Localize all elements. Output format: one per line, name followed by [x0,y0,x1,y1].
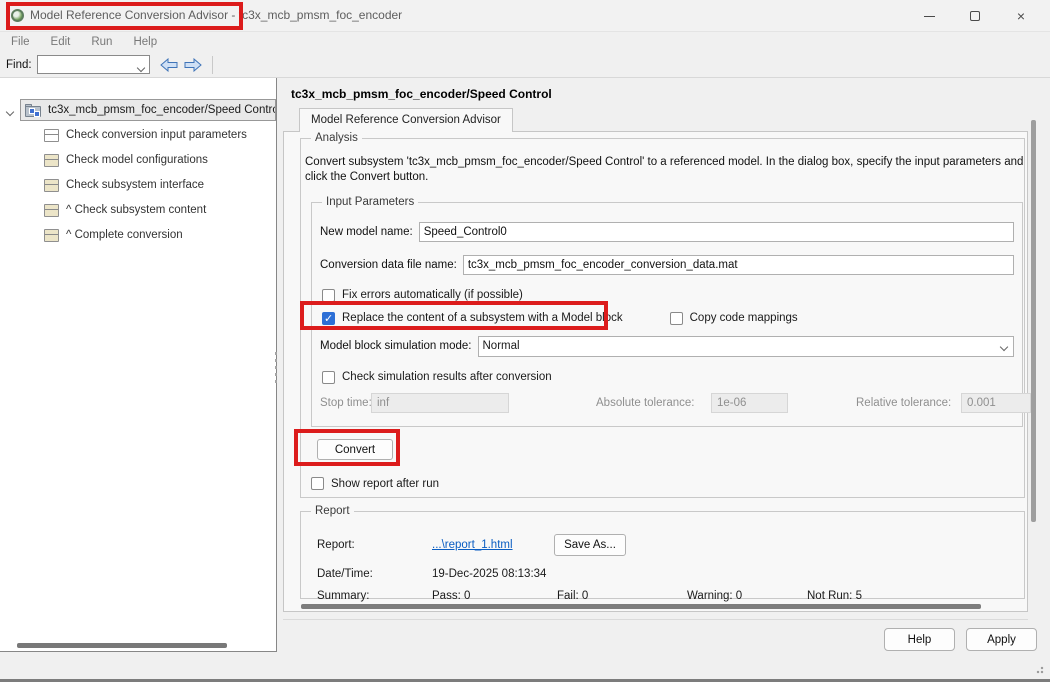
advisor-detail-panel: tc3x_mcb_pmsm_foc_encoder/Speed Control … [277,78,1044,682]
apply-button[interactable]: Apply [966,628,1037,651]
find-input[interactable] [37,55,150,74]
datetime-label: Date/Time: [317,568,373,580]
minimize-icon [924,16,935,17]
datetime-value: 19-Dec-2025 08:13:34 [432,568,546,580]
arrow-right-icon [184,58,202,72]
maximize-button[interactable] [952,0,998,32]
replace-content-label: Replace the content of a subsystem with … [342,312,623,324]
summary-warning: Warning: 0 [687,590,742,602]
check-tree-panel: tc3x_mcb_pmsm_foc_encoder/Speed Control … [0,78,277,652]
check-document-icon [44,179,59,192]
page-title: tc3x_mcb_pmsm_foc_encoder/Speed Control [291,87,552,101]
fix-errors-label: Fix errors automatically (if possible) [342,289,523,301]
model-reference-folder-icon [25,104,42,117]
toolbar-separator [212,56,213,74]
show-report-checkbox[interactable] [311,477,324,490]
tree-item-check-subsystem-content[interactable]: ^ Check subsystem content [44,199,206,221]
tree-expand-chevron-icon[interactable] [7,106,13,118]
tab-model-reference-conversion-advisor[interactable]: Model Reference Conversion Advisor [299,108,513,132]
chevron-down-icon[interactable] [138,62,145,69]
conversion-data-file-field[interactable] [463,255,1014,275]
sim-mode-dropdown[interactable]: Normal [478,336,1015,357]
show-report-label: Show report after run [331,478,439,490]
tree-root-node[interactable]: tc3x_mcb_pmsm_foc_encoder/Speed Control [20,99,276,121]
new-model-name-field[interactable] [419,222,1014,242]
help-button[interactable]: Help [884,628,955,651]
input-parameters-group-label: Input Parameters [322,196,418,208]
minimize-button[interactable] [906,0,952,32]
absolute-tolerance-field: 1e-06 [711,393,788,413]
find-label: Find: [6,59,32,71]
relative-tolerance-field: 0.001 [961,393,1031,413]
tree-item-check-model-configurations[interactable]: Check model configurations [44,149,208,171]
content-vertical-scrollbar[interactable] [1031,120,1036,522]
menu-help[interactable]: Help [130,36,160,48]
chevron-down-icon [1000,342,1008,350]
menu-edit[interactable]: Edit [48,36,74,48]
content-horizontal-scrollbar[interactable] [301,604,981,609]
report-label: Report: [317,539,355,551]
check-document-icon [44,129,59,142]
summary-not-run: Not Run: 5 [807,590,862,602]
analysis-group-label: Analysis [311,132,362,144]
tree-item-complete-conversion[interactable]: ^ Complete conversion [44,224,183,246]
window-controls: × [906,0,1044,32]
report-group: Report Report: ...\report_1.html Save As… [300,511,1025,599]
copy-code-mappings-label: Copy code mappings [690,312,798,324]
check-document-icon [44,154,59,167]
analysis-group: Analysis Convert subsystem 'tc3x_mcb_pms… [300,138,1025,498]
summary-fail: Fail: 0 [557,590,588,602]
close-button[interactable]: × [998,0,1044,32]
advisor-app-icon [11,9,24,22]
copy-code-mappings-checkbox[interactable] [670,312,683,325]
titlebar: Model Reference Conversion Advisor - tc3… [0,0,1050,32]
advisor-content: Analysis Convert subsystem 'tc3x_mcb_pms… [283,131,1028,612]
find-toolbar: Find: [0,52,1050,78]
convert-button[interactable]: Convert [317,439,393,460]
close-icon: × [1017,9,1025,23]
conversion-data-file-label: Conversion data file name: [320,259,457,271]
fix-errors-checkbox[interactable] [322,289,335,302]
model-reference-conversion-advisor-window: Model Reference Conversion Advisor - tc3… [0,0,1050,682]
input-parameters-group: Input Parameters New model name: Convers… [311,202,1023,427]
stop-time-label: Stop time: [320,397,372,409]
absolute-tolerance-label: Absolute tolerance: [596,397,694,409]
save-as-button[interactable]: Save As... [554,534,626,556]
stop-time-field: inf [371,393,509,413]
check-document-icon [44,204,59,217]
tree-item-check-conversion-input-parameters[interactable]: Check conversion input parameters [44,124,247,146]
relative-tolerance-label: Relative tolerance: [856,397,951,409]
analysis-description: Convert subsystem 'tc3x_mcb_pmsm_foc_enc… [305,155,1024,185]
maximize-icon [970,11,980,21]
check-sim-results-checkbox[interactable] [322,371,335,384]
find-next-button[interactable] [182,56,204,74]
menubar: File Edit Run Help [0,32,1050,52]
resize-grip-icon[interactable] [1034,664,1044,674]
new-model-name-label: New model name: [320,226,413,238]
tree-horizontal-scrollbar[interactable] [17,643,227,648]
summary-pass: Pass: 0 [432,590,470,602]
arrow-left-icon [160,58,178,72]
tree-item-check-subsystem-interface[interactable]: Check subsystem interface [44,174,204,196]
report-link[interactable]: ...\report_1.html [432,539,513,551]
window-title: Model Reference Conversion Advisor - tc3… [30,0,402,31]
replace-content-checkbox[interactable] [322,312,335,325]
footer-divider [283,619,1028,620]
sim-mode-label: Model block simulation mode: [320,340,472,352]
menu-run[interactable]: Run [88,36,115,48]
report-group-label: Report [311,505,354,517]
check-sim-results-label: Check simulation results after conversio… [342,371,552,383]
menu-file[interactable]: File [8,36,33,48]
summary-label: Summary: [317,590,369,602]
find-previous-button[interactable] [158,56,180,74]
check-document-icon [44,229,59,242]
tree-root-label: tc3x_mcb_pmsm_foc_encoder/Speed Control [48,104,276,116]
